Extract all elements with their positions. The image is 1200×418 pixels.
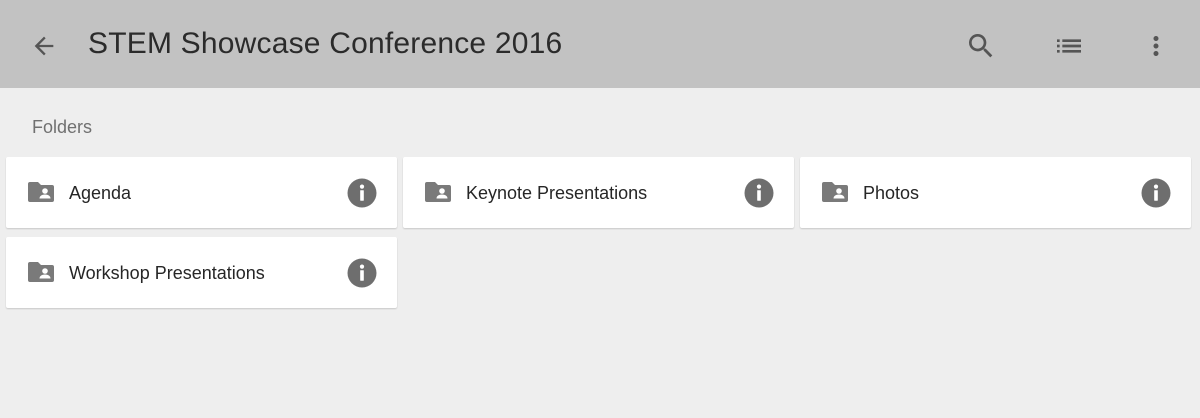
- folder-card-workshop-presentations[interactable]: Workshop Presentations: [6, 237, 397, 308]
- info-icon[interactable]: [1141, 178, 1171, 208]
- search-button[interactable]: [959, 24, 1003, 68]
- shared-folder-icon: [425, 182, 451, 202]
- shared-folder-icon: [28, 182, 54, 202]
- folder-label: Photos: [863, 183, 920, 203]
- app-bar: STEM Showcase Conference 2016: [0, 0, 1200, 88]
- info-icon[interactable]: [744, 178, 774, 208]
- page-title: STEM Showcase Conference 2016: [88, 27, 563, 60]
- more-options-button[interactable]: [1134, 24, 1178, 68]
- folder-card-photos[interactable]: Photos: [800, 157, 1191, 228]
- folder-label: Agenda: [69, 183, 132, 203]
- folder-label: Keynote Presentations: [466, 183, 648, 203]
- shared-folder-icon: [822, 182, 848, 202]
- more-vert-icon: [1153, 36, 1159, 56]
- folder-card-keynote-presentations[interactable]: Keynote Presentations: [403, 157, 794, 228]
- info-icon[interactable]: [347, 258, 377, 288]
- arrow-back-icon: [34, 36, 54, 56]
- folder-label: Workshop Presentations: [69, 263, 265, 283]
- search-icon: [969, 34, 993, 58]
- back-button[interactable]: [24, 26, 64, 66]
- list-view-icon: [1057, 39, 1081, 53]
- list-view-button[interactable]: [1047, 24, 1091, 68]
- shared-folder-icon: [28, 262, 54, 282]
- folder-card-agenda[interactable]: Agenda: [6, 157, 397, 228]
- info-icon[interactable]: [347, 178, 377, 208]
- folders-section-label: Folders: [32, 117, 93, 137]
